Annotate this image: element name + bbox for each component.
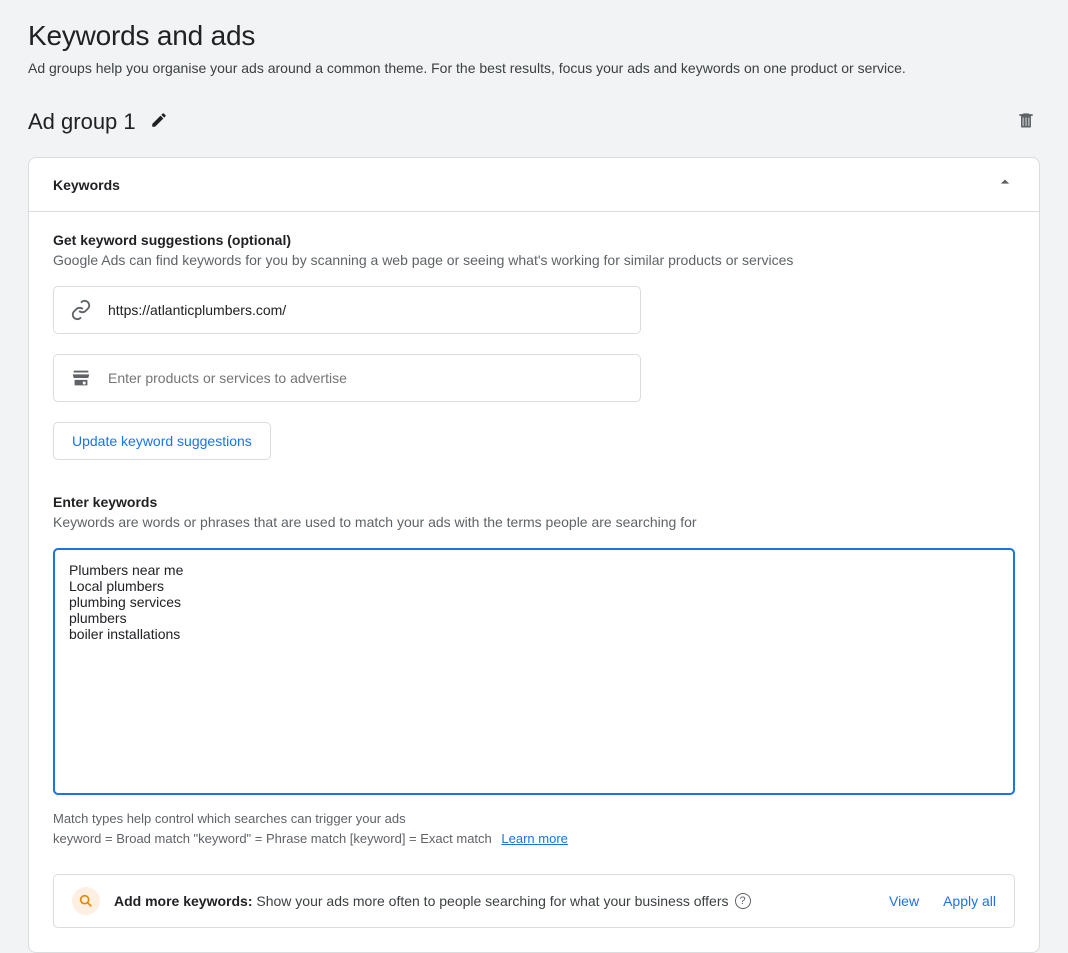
keywords-card-header[interactable]: Keywords: [29, 158, 1039, 212]
edit-ad-group-button[interactable]: [146, 107, 172, 136]
pencil-icon: [150, 111, 168, 132]
suggestions-desc: Google Ads can find keywords for you by …: [53, 252, 1015, 268]
url-input-wrap[interactable]: [53, 286, 641, 334]
products-input-wrap[interactable]: [53, 354, 641, 402]
keywords-textarea[interactable]: [69, 562, 999, 776]
page-subtitle: Ad groups help you organise your ads aro…: [28, 60, 1040, 76]
storefront-icon: [70, 367, 92, 389]
enter-keywords-desc: Keywords are words or phrases that are u…: [53, 514, 1015, 530]
delete-ad-group-button[interactable]: [1012, 106, 1040, 137]
help-icon[interactable]: ?: [735, 893, 751, 909]
ad-group-title: Ad group 1: [28, 109, 136, 135]
learn-more-link[interactable]: Learn more: [501, 831, 567, 846]
url-input[interactable]: [108, 302, 624, 318]
keywords-textarea-wrap[interactable]: [53, 548, 1015, 795]
products-input[interactable]: [108, 370, 624, 386]
add-more-keywords-bar: Add more keywords: Show your ads more of…: [53, 874, 1015, 928]
promo-text: Show your ads more often to people searc…: [256, 893, 728, 909]
keywords-card: Keywords Get keyword suggestions (option…: [28, 157, 1040, 953]
enter-keywords-title: Enter keywords: [53, 494, 1015, 510]
promo-bold: Add more keywords:: [114, 893, 252, 909]
chevron-up-icon: [995, 172, 1015, 197]
update-suggestions-button[interactable]: Update keyword suggestions: [53, 422, 271, 460]
suggestions-title: Get keyword suggestions (optional): [53, 232, 1015, 248]
magnify-icon: [72, 887, 100, 915]
link-icon: [70, 299, 92, 321]
card-header-title: Keywords: [53, 177, 120, 193]
match-types-hint-2: keyword = Broad match "keyword" = Phrase…: [53, 829, 1015, 849]
view-button[interactable]: View: [889, 893, 919, 909]
trash-icon: [1016, 110, 1036, 133]
page-title: Keywords and ads: [28, 20, 1040, 52]
apply-all-button[interactable]: Apply all: [943, 893, 996, 909]
match-types-hint-1: Match types help control which searches …: [53, 809, 1015, 829]
